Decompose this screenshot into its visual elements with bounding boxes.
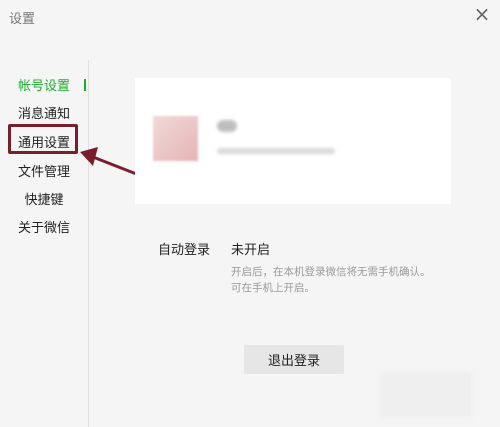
auto-login-description-line1: 开启后，在本机登录微信将无需手机确认。 xyxy=(231,266,431,278)
sidebar-item-account[interactable]: 帐号设置 xyxy=(0,75,88,94)
auto-login-label: 自动登录 xyxy=(158,243,211,258)
sidebar-divider xyxy=(88,60,89,427)
settings-sidebar: 帐号设置 消息通知 通用设置 文件管理 快捷键 关于微信 xyxy=(0,32,88,427)
sidebar-item-general[interactable]: 通用设置 xyxy=(0,132,88,151)
profile-card xyxy=(135,78,451,204)
title-bar: 设置 × xyxy=(0,0,500,32)
nickname-blurred xyxy=(217,120,237,132)
auto-login-status: 未开启 xyxy=(231,243,271,258)
watermark xyxy=(380,372,472,418)
active-indicator xyxy=(84,79,86,91)
avatar[interactable] xyxy=(153,116,198,161)
close-icon[interactable]: × xyxy=(470,2,494,26)
account-id-blurred xyxy=(217,148,335,154)
sidebar-item-notifications[interactable]: 消息通知 xyxy=(0,103,88,122)
logout-button[interactable]: 退出登录 xyxy=(244,345,344,374)
sidebar-item-shortcuts[interactable]: 快捷键 xyxy=(0,189,88,208)
sidebar-item-files[interactable]: 文件管理 xyxy=(0,161,88,180)
sidebar-item-about[interactable]: 关于微信 xyxy=(0,217,88,236)
window-title: 设置 xyxy=(9,12,36,27)
auto-login-description-line2: 可在手机上开启。 xyxy=(231,282,315,294)
settings-window: 设置 × 帐号设置 消息通知 通用设置 文件管理 快捷键 关于微信 自动登录 未… xyxy=(0,0,500,427)
